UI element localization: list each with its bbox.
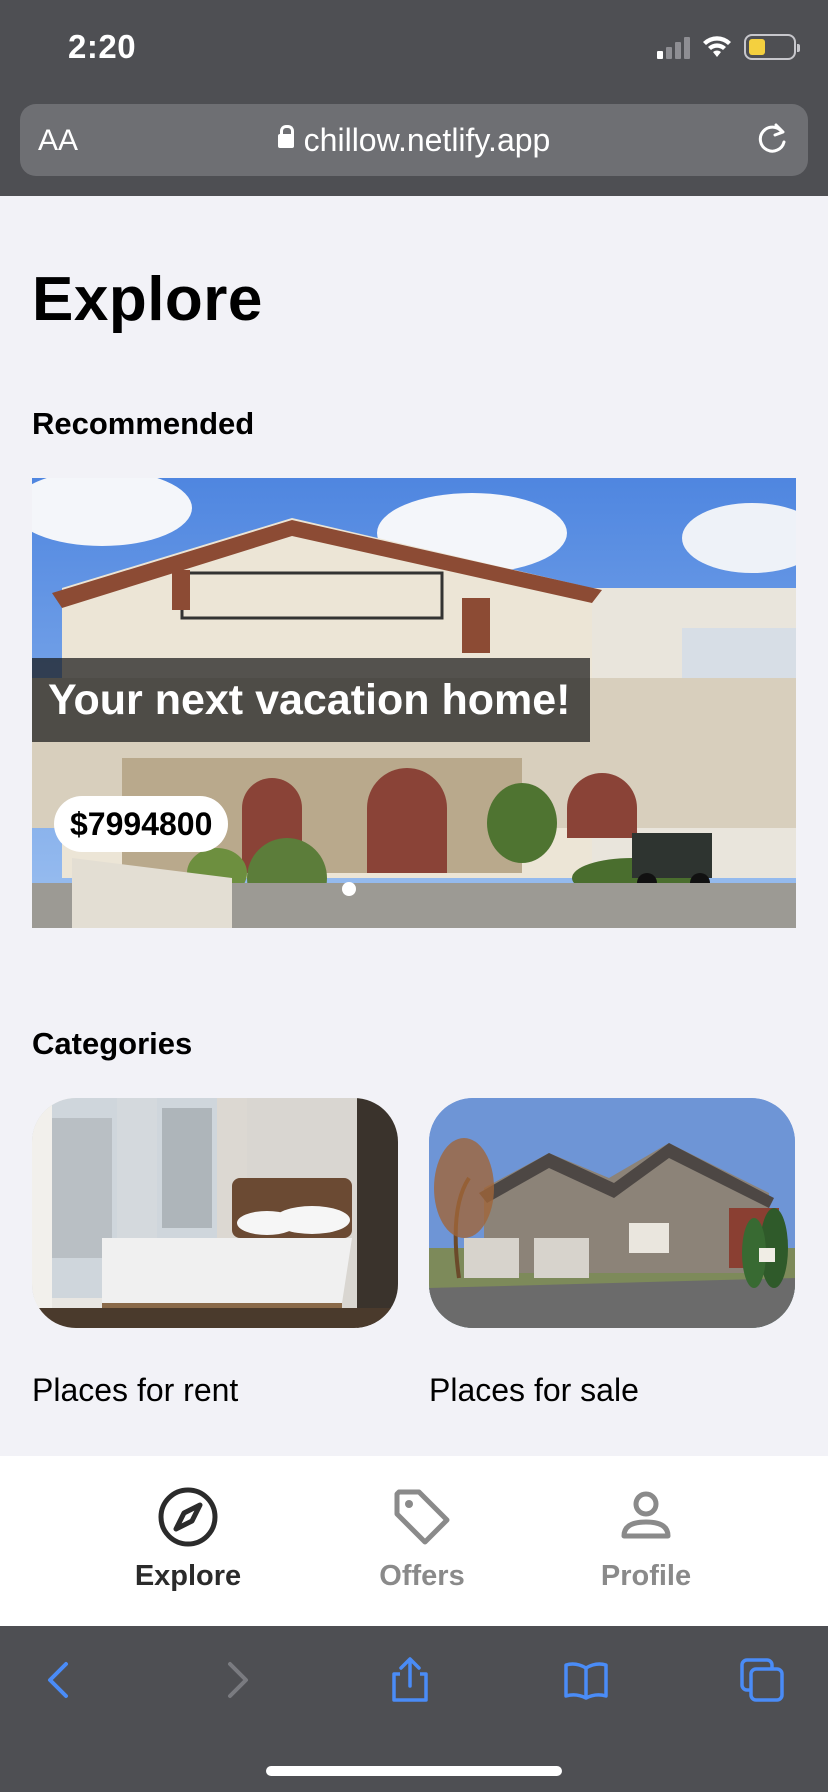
carousel-indicator-dot[interactable] bbox=[342, 882, 356, 896]
browser-toolbar bbox=[0, 1626, 828, 1792]
compass-icon bbox=[158, 1487, 218, 1547]
category-label-sale[interactable]: Places for sale bbox=[429, 1372, 639, 1409]
status-time: 2:20 bbox=[68, 28, 137, 65]
battery-icon bbox=[744, 34, 800, 60]
category-card-sale[interactable] bbox=[429, 1098, 795, 1328]
cellular-signal-icon bbox=[657, 35, 690, 59]
person-icon bbox=[621, 1491, 671, 1539]
tab-offers-label: Offers bbox=[379, 1560, 465, 1592]
bedroom-image bbox=[32, 1098, 398, 1328]
recommended-heading: Recommended bbox=[32, 406, 255, 441]
tab-profile-label: Profile bbox=[600, 1560, 692, 1592]
tab-offers[interactable]: Offers bbox=[332, 1486, 512, 1593]
share-icon[interactable] bbox=[386, 1656, 434, 1704]
forward-icon[interactable] bbox=[212, 1656, 260, 1704]
category-label-rent[interactable]: Places for rent bbox=[32, 1372, 238, 1409]
page-title: Explore bbox=[32, 265, 263, 334]
home-indicator[interactable] bbox=[266, 1766, 562, 1776]
tag-icon bbox=[394, 1489, 450, 1545]
reload-icon[interactable] bbox=[752, 120, 792, 160]
status-icons bbox=[657, 34, 800, 60]
url-text: chillow.netlify.app bbox=[303, 122, 551, 158]
category-card-rent[interactable] bbox=[32, 1098, 398, 1328]
recommended-carousel[interactable]: Your next vacation home! $7994800 bbox=[32, 478, 796, 928]
tabs-icon[interactable] bbox=[738, 1656, 786, 1704]
house-for-sale-image bbox=[429, 1098, 795, 1328]
wifi-icon bbox=[703, 36, 731, 57]
bookmarks-icon[interactable] bbox=[562, 1656, 610, 1704]
categories-heading: Categories bbox=[32, 1026, 193, 1061]
app-tab-bar: Explore Offers Profile bbox=[0, 1456, 828, 1626]
tab-explore[interactable]: Explore bbox=[98, 1486, 278, 1593]
tab-explore-label: Explore bbox=[134, 1560, 242, 1592]
browser-top-chrome: 2:20 AA chillow.netlify.app bbox=[0, 0, 828, 196]
lock-icon bbox=[277, 124, 294, 148]
url-display[interactable]: chillow.netlify.app bbox=[20, 122, 808, 159]
address-bar[interactable]: AA chillow.netlify.app bbox=[20, 104, 808, 176]
back-icon[interactable] bbox=[36, 1656, 84, 1704]
hero-caption: Your next vacation home! bbox=[32, 658, 590, 742]
tab-profile[interactable]: Profile bbox=[556, 1486, 736, 1593]
explore-content: Explore Recommended Your next vacation h… bbox=[0, 196, 828, 1456]
price-badge: $7994800 bbox=[54, 796, 229, 852]
